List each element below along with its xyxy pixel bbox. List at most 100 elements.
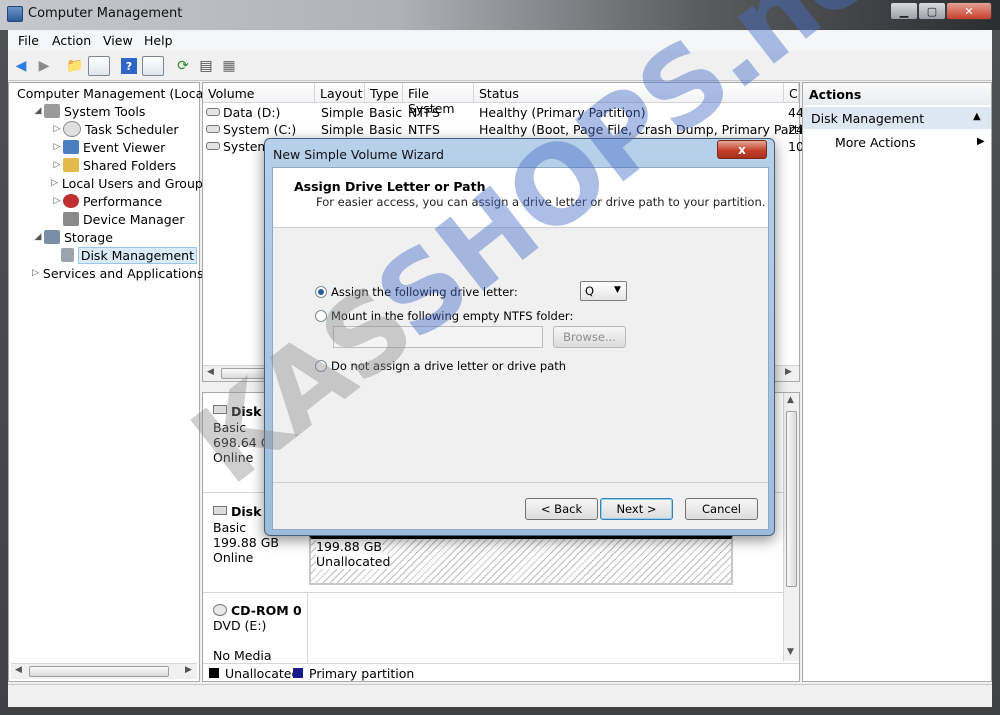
scroll-down-arrow-icon[interactable]: ▼ — [787, 647, 794, 657]
table-cell: System — [223, 139, 270, 154]
maximize-button[interactable]: ▢ — [918, 2, 946, 20]
browse-button[interactable]: Browse... — [553, 326, 626, 348]
tree-item-label: Storage — [64, 229, 113, 245]
menu-view[interactable]: View — [103, 33, 133, 48]
tree-item[interactable]: ▷ Performance — [11, 192, 197, 210]
table-row[interactable]: System (C:) Simple Basic NTFS Healthy (Boot,… — [203, 121, 831, 138]
tree-item[interactable]: Disk Management — [11, 246, 197, 264]
tree-item-label: Task Scheduler — [85, 121, 179, 137]
no-letter-radio[interactable] — [315, 360, 327, 372]
properties-icon[interactable]: ▤ — [195, 55, 217, 77]
scroll-right-arrow-icon[interactable]: ▶ — [785, 367, 792, 377]
tree-item[interactable]: ◢ Storage — [11, 228, 197, 246]
table-cell: Simple — [321, 105, 364, 120]
menu-action[interactable]: Action — [52, 33, 91, 48]
disk-state: No Media — [213, 648, 272, 663]
expand-arrow-icon[interactable]: ▷ — [32, 268, 39, 278]
forward-arrow-icon[interactable]: ▶ — [33, 55, 55, 77]
expand-arrow-icon[interactable]: ▷ — [51, 160, 63, 170]
expand-arrow-icon[interactable]: ▷ — [51, 142, 63, 152]
back-button[interactable]: < Back — [525, 498, 598, 520]
up-folder-icon[interactable]: 📁 — [64, 55, 86, 77]
disk-icon — [213, 405, 227, 414]
expand-arrow-icon[interactable]: ▷ — [51, 196, 63, 206]
column-volume[interactable]: Volume — [203, 83, 315, 103]
disk-size: 199.88 GB — [213, 535, 279, 550]
tree-item[interactable]: Device Manager — [11, 210, 197, 228]
no-letter-label: Do not assign a drive letter or drive pa… — [331, 359, 567, 373]
cancel-button[interactable]: Cancel — [685, 498, 758, 520]
table-cell: Basic — [369, 105, 403, 120]
tree-item[interactable]: ▷ Task Scheduler — [11, 120, 197, 138]
back-arrow-icon[interactable]: ◀ — [10, 55, 32, 77]
drive-letter-select[interactable]: Q ▼ — [580, 281, 627, 301]
tree-horizontal-scrollbar[interactable]: ◀ ▶ — [11, 663, 197, 679]
minimize-button[interactable]: ▁ — [890, 2, 918, 20]
dialog-body: Assign Drive Letter or Path For easier a… — [272, 167, 769, 530]
scroll-right-arrow-icon[interactable]: ▶ — [185, 665, 192, 675]
next-button[interactable]: Next > — [600, 498, 673, 520]
tree-item-label: Services and Applications — [42, 265, 204, 281]
chevron-down-icon: ▼ — [614, 285, 621, 295]
scrollbar-thumb[interactable] — [786, 411, 797, 587]
disk-icon — [60, 248, 74, 262]
app-icon — [7, 6, 23, 22]
wizard-heading: Assign Drive Letter or Path — [294, 179, 486, 194]
actions-section-disk-management[interactable]: Disk Management ▲ — [803, 107, 991, 129]
disk-type: DVD (E:) — [213, 618, 267, 633]
show-hide-tree-icon[interactable] — [88, 55, 110, 77]
more-actions-link[interactable]: More Actions — [835, 135, 916, 150]
partition-size: 199.88 GB — [316, 539, 382, 554]
column-type[interactable]: Type — [365, 83, 403, 103]
show-hide-action-pane-icon[interactable] — [142, 55, 164, 77]
tree-item-label: Computer Management (Local — [17, 85, 207, 101]
table-row[interactable]: Data (D:) Simple Basic NTFS Healthy (Primary… — [203, 104, 804, 121]
column-capacity[interactable]: C — [784, 83, 799, 103]
diskmap-vertical-scrollbar[interactable]: ▲ ▼ — [783, 393, 799, 661]
tree-item[interactable]: Computer Management (Local — [11, 84, 207, 102]
tree-item[interactable]: ▷ Local Users and Groups — [11, 174, 209, 192]
column-file-system[interactable]: File System — [403, 83, 474, 116]
expand-arrow-icon[interactable]: ◢ — [32, 232, 44, 242]
performance-icon — [63, 194, 79, 208]
column-status[interactable]: Status — [474, 83, 784, 103]
scroll-left-arrow-icon[interactable]: ◀ — [15, 665, 22, 675]
assign-letter-radio[interactable] — [315, 286, 327, 298]
actions-pane: Actions Disk Management ▲ More Actions ▶ — [802, 82, 992, 682]
help-icon[interactable]: ? — [118, 55, 140, 77]
dialog-close-button[interactable]: x — [717, 140, 767, 159]
menu-help[interactable]: Help — [144, 33, 173, 48]
scroll-up-arrow-icon[interactable]: ▲ — [787, 395, 794, 405]
disk-row[interactable]: CD-ROM 0 DVD (E:) No Media — [203, 593, 783, 663]
scroll-left-arrow-icon[interactable]: ◀ — [207, 367, 214, 377]
menu-file[interactable]: File — [18, 33, 39, 48]
tree-item[interactable]: ▷ Shared Folders — [11, 156, 197, 174]
table-cell: NTFS — [408, 122, 440, 137]
device-manager-icon — [63, 212, 79, 226]
new-simple-volume-wizard-dialog: New Simple Volume Wizard x Assign Drive … — [264, 138, 775, 536]
actions-header: Actions — [803, 83, 991, 105]
folder-path-input[interactable] — [333, 326, 543, 348]
close-button[interactable]: ✕ — [946, 2, 992, 20]
wizard-header: Assign Drive Letter or Path For easier a… — [273, 168, 768, 228]
collapse-arrow-icon[interactable]: ▲ — [973, 111, 981, 122]
refresh-icon[interactable]: ⟳ — [172, 55, 194, 77]
table-cell: Healthy (Boot, Page File, Crash Dump, Pr… — [479, 122, 831, 137]
volume-icon — [206, 142, 220, 150]
mount-folder-radio[interactable] — [315, 310, 327, 322]
unallocated-partition[interactable]: 199.88 GB Unallocated — [309, 535, 733, 585]
tree-item[interactable]: ◢ System Tools — [11, 102, 197, 120]
dialog-title: New Simple Volume Wizard — [273, 147, 444, 162]
expand-arrow-icon[interactable]: ◢ — [32, 106, 44, 116]
expand-arrow-icon[interactable]: ▷ — [51, 124, 63, 134]
expand-arrow-icon[interactable]: ▷ — [51, 178, 58, 188]
tree-item[interactable]: ▷ Event Viewer — [11, 138, 197, 156]
settings-icon[interactable]: ▦ — [218, 55, 240, 77]
legend-primary-label: Primary partition — [309, 666, 415, 681]
scrollbar-thumb[interactable] — [29, 666, 169, 677]
divider — [273, 482, 768, 483]
tree-item[interactable]: ▷ Services and Applications — [11, 264, 203, 282]
table-cell: Basic — [369, 122, 403, 137]
column-layout[interactable]: Layout — [315, 83, 365, 103]
table-cell: NTFS — [408, 105, 440, 120]
